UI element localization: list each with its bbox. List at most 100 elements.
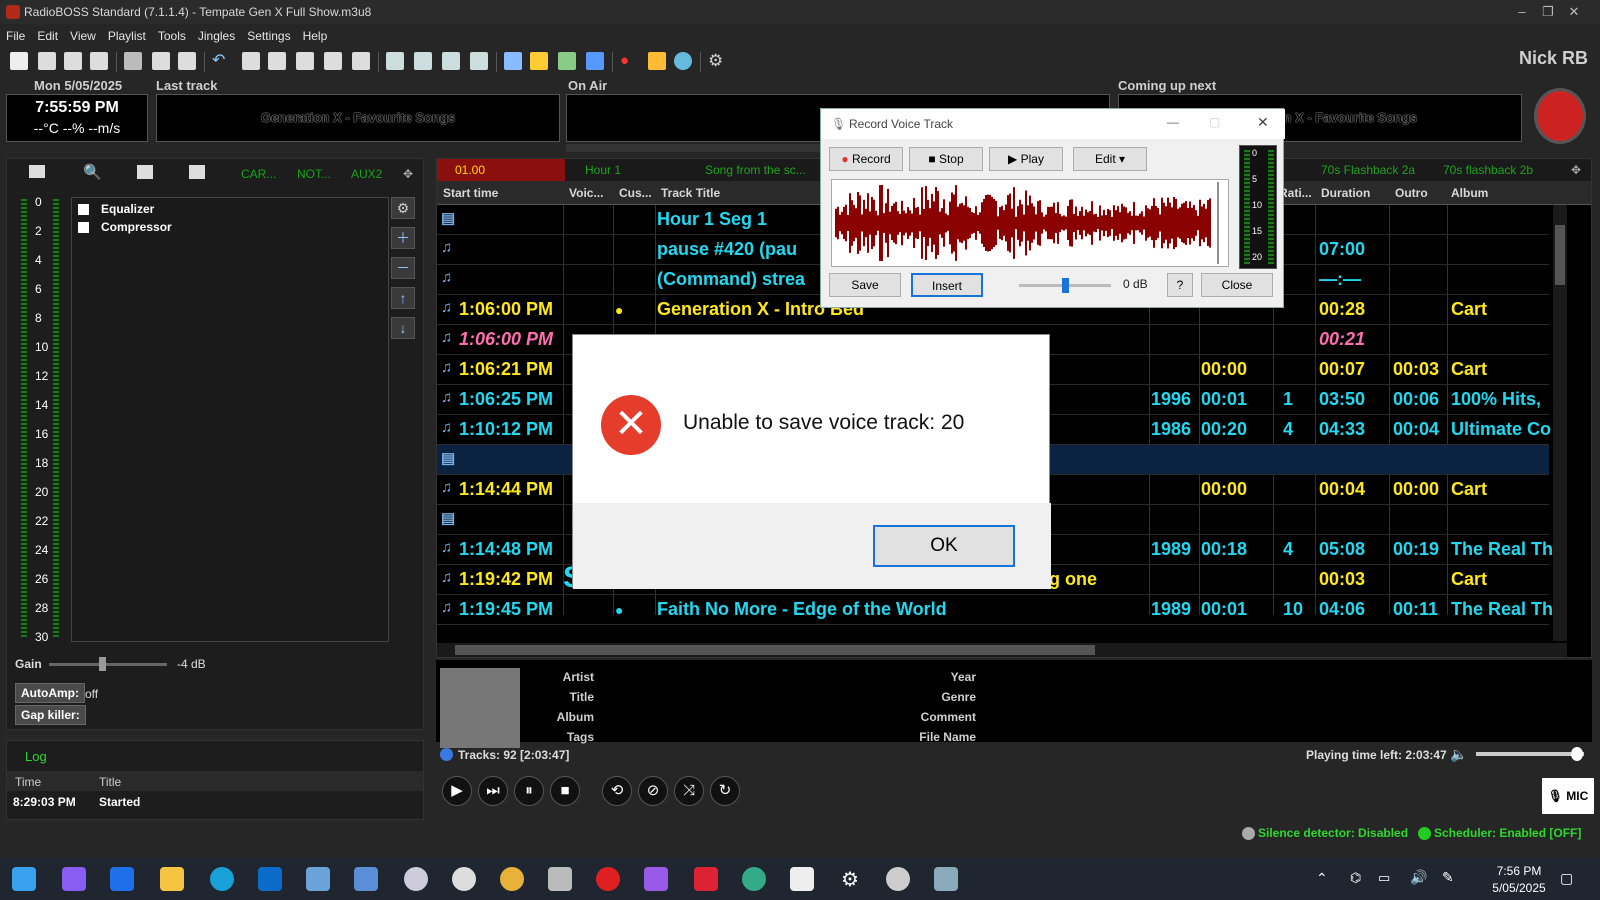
col-custom[interactable]: Cus... <box>619 186 652 200</box>
move-down-button[interactable]: ↓ <box>391 317 415 339</box>
log-row[interactable]: 8:29:03 PM Started <box>7 793 407 813</box>
col-voice[interactable]: Voic... <box>569 186 603 200</box>
insert-file-icon[interactable] <box>414 52 432 70</box>
play-button[interactable]: ▶ <box>442 776 472 806</box>
web-icon[interactable] <box>674 52 692 70</box>
disable-button[interactable]: ⊘ <box>638 776 668 806</box>
record-level-slider[interactable] <box>1019 278 1111 293</box>
mixer-tab-icon[interactable] <box>189 165 205 179</box>
layout-4-icon[interactable] <box>324 52 342 70</box>
app-icon-7[interactable] <box>790 867 814 891</box>
mic-button[interactable]: 🎙 MIC <box>1542 778 1594 814</box>
col-outro[interactable]: Outro <box>1395 186 1428 200</box>
app-icon-4[interactable] <box>452 867 476 891</box>
record-edit-button[interactable]: Edit ▾ <box>1073 147 1147 171</box>
radioboss-taskbar-icon[interactable] <box>694 867 718 891</box>
effect-compressor[interactable]: Compressor <box>72 220 388 234</box>
record-dialog-maximize[interactable]: ▢ <box>1209 115 1220 129</box>
menu-file[interactable]: File <box>0 26 31 46</box>
tools-icon[interactable] <box>558 52 576 70</box>
ok-button[interactable]: OK <box>873 525 1015 567</box>
app-icon-9[interactable] <box>934 867 958 891</box>
effect-equalizer[interactable]: Equalizer <box>72 198 388 220</box>
playlist-tab-70s-2a[interactable]: 70s Flashback 2a <box>1321 163 1415 177</box>
insert-url-icon[interactable] <box>470 52 488 70</box>
pause-button[interactable]: ⏸ <box>514 776 544 806</box>
menu-jingles[interactable]: Jingles <box>192 26 241 46</box>
playlist-vertical-scrollbar[interactable] <box>1553 205 1567 641</box>
app-icon-6[interactable] <box>644 867 668 891</box>
edge-icon[interactable] <box>210 867 234 891</box>
layout-1-icon[interactable] <box>242 52 260 70</box>
playlist-tab-70s-2b[interactable]: 70s flashback 2b <box>1443 163 1533 177</box>
save-as-icon[interactable] <box>90 52 108 70</box>
gain-slider[interactable] <box>49 657 167 671</box>
library-icon[interactable] <box>586 52 604 70</box>
copy-icon[interactable] <box>152 52 170 70</box>
equalizer-checkbox[interactable] <box>78 204 89 216</box>
search-tab-icon[interactable]: 🔍 <box>83 163 102 181</box>
record-close-button[interactable]: Close <box>1201 273 1273 297</box>
insert-voice-track-button[interactable]: Insert <box>911 273 983 297</box>
playlist-tab-hour1[interactable]: Hour 1 <box>585 163 621 177</box>
save-icon[interactable] <box>64 52 82 70</box>
add-effect-button[interactable]: ＋ <box>391 227 415 249</box>
playlist-tab-0100[interactable]: 01.00 <box>437 159 565 181</box>
volume-slider-thumb[interactable] <box>1571 747 1583 761</box>
volume-icon[interactable]: 🔈 <box>1450 746 1467 763</box>
remove-effect-button[interactable]: － <box>391 257 415 279</box>
record-stop-button[interactable]: ■ Stop <box>909 147 983 171</box>
waveform-display[interactable] <box>831 179 1229 267</box>
notifications-icon[interactable]: ▢ <box>1560 870 1573 887</box>
add-playlist-tab-icon[interactable]: ✥ <box>1571 163 1581 177</box>
copilot-icon[interactable] <box>62 867 86 891</box>
menu-view[interactable]: View <box>64 26 102 46</box>
outlook-icon[interactable] <box>258 867 282 891</box>
layout-2-icon[interactable] <box>268 52 286 70</box>
stats-icon[interactable] <box>648 52 666 70</box>
silence-detector-status[interactable]: Silence detector: Disabled <box>1258 826 1408 840</box>
insert-track-icon[interactable] <box>386 52 404 70</box>
file-explorer-icon[interactable] <box>160 867 184 891</box>
tray-clock[interactable]: 7:56 PM 5/05/2025 <box>1484 864 1554 895</box>
cut-icon[interactable] <box>124 52 142 70</box>
schedule-tab-icon[interactable] <box>137 165 153 179</box>
menu-settings[interactable]: Settings <box>241 26 296 46</box>
layout-5-icon[interactable] <box>352 52 370 70</box>
scheduler-status[interactable]: Scheduler: Enabled [OFF] <box>1434 826 1581 840</box>
app-icon-2[interactable] <box>354 867 378 891</box>
playlist-row[interactable]: ♫ 1:19:45 PM ● Faith No More - Edge of the … <box>437 595 1553 625</box>
effect-settings-button[interactable]: ⚙ <box>391 197 415 219</box>
folder-icon[interactable] <box>530 52 548 70</box>
shuffle-button[interactable]: ⤨ <box>674 776 704 806</box>
col-start-time[interactable]: Start time <box>443 186 498 200</box>
autoamp-button[interactable]: AutoAmp: <box>15 683 85 703</box>
record-dialog-close[interactable]: ✕ <box>1257 114 1269 131</box>
folder-tab-icon[interactable] <box>29 165 45 178</box>
repeat-button[interactable]: ↻ <box>710 776 740 806</box>
app-icon-5[interactable] <box>548 867 572 891</box>
record-level-slider-thumb[interactable] <box>1061 278 1069 293</box>
stop-button[interactable]: ■ <box>550 776 580 806</box>
chrome-icon[interactable] <box>500 867 524 891</box>
settings-icon[interactable]: ⚙ <box>838 867 862 891</box>
record-icon[interactable]: ● <box>620 52 638 70</box>
dropbox-icon[interactable] <box>110 867 134 891</box>
insert-folder-icon[interactable] <box>442 52 460 70</box>
paste-icon[interactable] <box>178 52 196 70</box>
tray-battery-icon[interactable]: ▭ <box>1378 870 1390 886</box>
tray-network-icon[interactable]: ⌬ <box>1350 870 1361 886</box>
chrome-profile-icon[interactable] <box>742 867 766 891</box>
close-window-button[interactable]: ✕ <box>1562 2 1586 22</box>
scheduler-icon[interactable] <box>504 52 522 70</box>
minimize-button[interactable]: – <box>1510 2 1534 22</box>
menu-edit[interactable]: Edit <box>31 26 64 46</box>
open-icon[interactable] <box>38 52 56 70</box>
layout-3-icon[interactable] <box>296 52 314 70</box>
gap-killer-button[interactable]: Gap killer: <box>15 705 86 725</box>
start-icon[interactable] <box>12 867 36 891</box>
tray-volume-icon[interactable]: 🔊 <box>1410 869 1427 886</box>
app-icon-3[interactable] <box>404 867 428 891</box>
record-button[interactable]: ● Record <box>829 147 903 171</box>
save-voice-track-button[interactable]: Save <box>829 273 901 297</box>
